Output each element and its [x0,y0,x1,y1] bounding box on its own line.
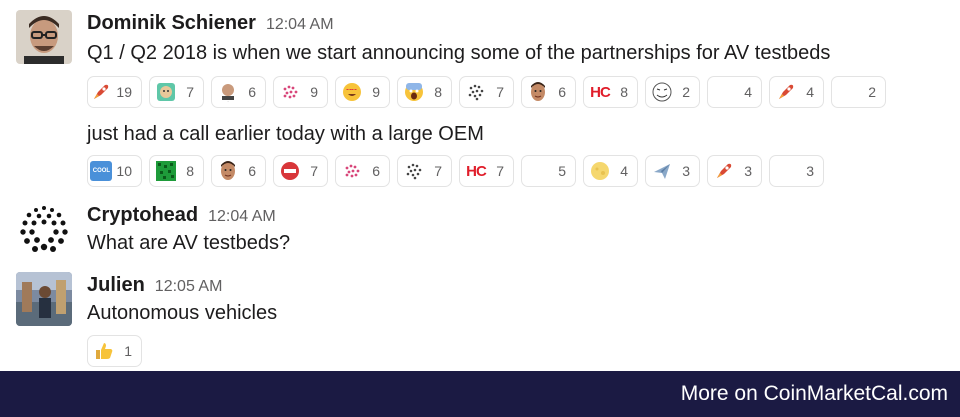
custom-emoji-icon [155,81,177,103]
reaction-pill[interactable]: 8 [397,76,452,108]
message-text: What are AV testbeds? [87,232,291,254]
reaction-pill[interactable]: HC 8 [583,76,638,108]
hc-icon: HC [466,162,487,180]
airplane-icon [651,160,673,182]
reaction-count: 3 [682,163,690,179]
reaction-count: 7 [496,163,504,179]
author-name[interactable]: Dominik Schiener [87,12,256,35]
face-icon [527,81,549,103]
reaction-pill[interactable]: 4 [769,76,824,108]
promo-footer[interactable]: More on CoinMarketCal.com [0,371,960,417]
reaction-count: 9 [310,84,318,100]
message-text: Q1 / Q2 2018 is when we start announcing… [87,42,831,64]
scream-icon [403,81,425,103]
reaction-count: 8 [620,84,628,100]
rocket-icon [713,160,735,182]
reaction-pill[interactable]: 8 [149,155,204,187]
reaction-count: 6 [372,163,380,179]
reaction-pill[interactable]: 3 [645,155,700,187]
reaction-bar: 1 [87,335,142,367]
iota-logo-icon [403,160,425,182]
reaction-pill[interactable]: 9 [273,76,328,108]
rocket-icon [775,81,797,103]
reaction-count: 3 [806,163,814,179]
blank-emoji-icon [775,160,797,182]
message-text: just had a call earlier today with a lar… [87,123,484,145]
rocket-icon [90,81,112,103]
blank-emoji-icon [713,81,735,103]
reaction-pill[interactable]: 2 [831,76,886,108]
iota-pink-icon [341,160,363,182]
reaction-pill[interactable]: 9 [335,76,390,108]
avatar[interactable] [16,10,72,64]
reaction-count: 6 [558,84,566,100]
footer-link[interactable]: More on CoinMarketCal.com [681,382,948,406]
reaction-pill[interactable]: 2 [645,76,700,108]
reaction-count: 8 [186,163,194,179]
reaction-pill[interactable]: 1 [87,335,142,367]
thumbs-up-icon [93,340,115,362]
reaction-count: 9 [372,84,380,100]
red-badge-icon [279,160,301,182]
reaction-count: 7 [434,163,442,179]
reaction-pill[interactable]: 6 [335,155,390,187]
reaction-count: 6 [248,163,256,179]
reaction-count: 2 [682,84,690,100]
cool-icon: COOL [90,160,113,182]
reaction-count: 7 [496,84,504,100]
reaction-pill[interactable]: HC 7 [459,155,514,187]
rage-face-icon [651,81,673,103]
blank-emoji-icon [527,160,549,182]
blank-emoji-icon [837,81,859,103]
reaction-pill[interactable]: .6 [211,76,266,108]
iota-logo-icon [465,81,487,103]
reaction-pill[interactable]: 7 [397,155,452,187]
full-moon-icon [589,160,611,182]
green-pattern-icon [155,160,177,182]
reaction-bar: COOL 10 8 6 7 6 7 HC 7 5 4 3 3 3 [87,155,824,187]
reaction-count: 1 [124,343,132,359]
reaction-pill[interactable]: 7 [273,155,328,187]
reaction-bar: 19 7. 6 9 9 8 7 6 HC 8 2 4 4 2 [87,76,886,108]
reaction-pill[interactable]: 19 [87,76,142,108]
message-text: Autonomous vehicles [87,302,278,324]
reaction-pill[interactable]: 5 [521,155,576,187]
reaction-pill[interactable]: 7 [459,76,514,108]
reaction-pill[interactable]: 4 [707,76,762,108]
iota-pink-icon [279,81,301,103]
reaction-count: 2 [868,84,876,100]
timestamp[interactable]: 12:05 AM [155,278,223,296]
reaction-count: 19 [116,84,132,100]
reaction-count: 3 [744,163,752,179]
hc-icon: HC [590,83,611,101]
reaction-pill[interactable]: 4 [583,155,638,187]
iota-logo-icon [16,202,72,256]
author-name[interactable]: Cryptohead [87,204,198,227]
avatar[interactable] [16,202,72,256]
author-name[interactable]: Julien [87,274,145,297]
reaction-count: 7 [310,163,318,179]
reaction-pill[interactable]: 3 [769,155,824,187]
heart-eyes-icon [341,81,363,103]
reaction-pill[interactable]: 6 [211,155,266,187]
reaction-pill[interactable]: 3 [707,155,762,187]
reaction-count: 8 [434,84,442,100]
reaction-count: 7 [186,84,194,100]
avatar[interactable] [16,272,72,326]
reaction-count: 4 [806,84,814,100]
reaction-count: 4 [744,84,752,100]
reaction-pill[interactable]: COOL 10 [87,155,142,187]
reaction-pill[interactable]: 7 [149,76,204,108]
reaction-count: 6 [248,84,256,100]
reaction-count: 5 [558,163,566,179]
reaction-count: 4 [620,163,628,179]
timestamp[interactable]: 12:04 AM [208,208,276,226]
reaction-pill[interactable]: 6 [521,76,576,108]
timestamp[interactable]: 12:04 AM [266,16,334,34]
custom-face-icon: . [217,81,239,103]
face-icon [217,160,239,182]
reaction-count: 10 [116,163,132,179]
